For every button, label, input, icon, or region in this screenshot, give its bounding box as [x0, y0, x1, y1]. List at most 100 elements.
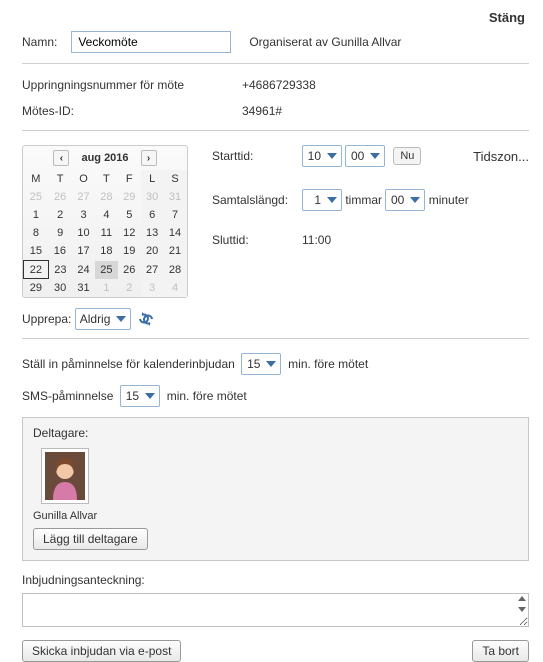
calendar-day-cell[interactable]: 13	[141, 224, 164, 242]
chevron-down-icon	[370, 153, 380, 159]
calendar-day-cell[interactable]: 24	[72, 261, 95, 279]
sms-reminder-label: SMS-påminnelse	[22, 389, 113, 403]
calendar-day-cell[interactable]: 6	[141, 206, 164, 224]
start-hour-select[interactable]: 10	[302, 145, 342, 167]
calendar-day-cell[interactable]: 15	[24, 242, 49, 261]
calendar-day-cell[interactable]: 27	[72, 188, 95, 206]
calendar-day-header: L	[141, 170, 164, 188]
calendar-day-cell[interactable]: 4	[164, 279, 187, 298]
calendar-day-cell[interactable]: 21	[164, 242, 187, 261]
start-minute-select[interactable]: 00	[345, 145, 385, 167]
calendar-day-header: S	[164, 170, 187, 188]
calendar-day-header: F	[118, 170, 141, 188]
duration-hours-select[interactable]: 1	[302, 189, 342, 211]
calendar-day-cell[interactable]: 31	[164, 188, 187, 206]
calendar-day-cell[interactable]: 29	[118, 188, 141, 206]
name-input[interactable]	[71, 31, 231, 53]
calendar-prev-button[interactable]: ‹	[53, 150, 69, 166]
calendar-day-cell[interactable]: 8	[24, 224, 49, 242]
calendar-day-cell[interactable]: 18	[95, 242, 118, 261]
calendar[interactable]: ‹ aug 2016 › MTOTFLS 2526272829303112345…	[22, 145, 188, 298]
duration-hours-unit: timmar	[345, 193, 382, 207]
calendar-day-cell[interactable]: 28	[164, 261, 187, 279]
sms-reminder-select[interactable]: 15	[120, 385, 160, 407]
calendar-day-cell[interactable]: 26	[48, 188, 72, 206]
calendar-reminder-select[interactable]: 15	[241, 353, 281, 375]
calendar-next-button[interactable]: ›	[141, 150, 157, 166]
delete-button[interactable]: Ta bort	[472, 640, 529, 662]
calendar-day-cell[interactable]: 29	[24, 279, 49, 298]
dialin-number: +4686729338	[242, 78, 316, 92]
calendar-day-header: T	[48, 170, 72, 188]
calendar-day-cell[interactable]: 26	[118, 261, 141, 279]
organizer-prefix: Organiserat av	[249, 35, 328, 49]
calendar-day-cell[interactable]: 16	[48, 242, 72, 261]
organizer-name: Gunilla Allvar	[331, 35, 401, 49]
start-time-label: Starttid:	[212, 149, 302, 163]
calendar-day-cell[interactable]: 25	[95, 261, 118, 279]
calendar-day-cell[interactable]: 30	[48, 279, 72, 298]
calendar-day-cell[interactable]: 4	[95, 206, 118, 224]
invitation-note-label: Inbjudningsanteckning:	[22, 573, 529, 587]
calendar-reminder-suffix: min. före mötet	[288, 357, 368, 371]
calendar-day-cell[interactable]: 9	[48, 224, 72, 242]
calendar-day-cell[interactable]: 5	[118, 206, 141, 224]
meeting-id-label: Mötes-ID:	[22, 104, 242, 118]
calendar-day-cell[interactable]: 19	[118, 242, 141, 261]
calendar-day-cell[interactable]: 14	[164, 224, 187, 242]
calendar-day-cell[interactable]: 3	[141, 279, 164, 298]
calendar-day-cell[interactable]: 27	[141, 261, 164, 279]
chevron-down-icon	[145, 393, 155, 399]
calendar-day-cell[interactable]: 7	[164, 206, 187, 224]
calendar-day-cell[interactable]: 3	[72, 206, 95, 224]
calendar-day-cell[interactable]: 10	[72, 224, 95, 242]
textarea-shrink-icon[interactable]	[518, 607, 526, 612]
chevron-down-icon	[116, 316, 126, 322]
timezone-link[interactable]: Tidszon...	[473, 149, 529, 164]
end-time-value: 11:00	[302, 233, 331, 247]
calendar-day-cell[interactable]: 12	[118, 224, 141, 242]
chevron-down-icon	[410, 197, 420, 203]
meeting-id-value: 34961#	[242, 104, 282, 118]
calendar-day-cell[interactable]: 1	[24, 206, 49, 224]
chevron-down-icon	[327, 197, 337, 203]
calendar-day-cell[interactable]: 2	[48, 206, 72, 224]
textarea-grow-icon[interactable]	[518, 596, 526, 601]
calendar-day-cell[interactable]: 23	[48, 261, 72, 279]
duration-label: Samtalslängd:	[212, 193, 302, 207]
repeat-select[interactable]: Aldrig	[75, 308, 132, 330]
calendar-day-cell[interactable]: 11	[95, 224, 118, 242]
name-label: Namn:	[22, 35, 57, 49]
send-invite-button[interactable]: Skicka inbjudan via e-post	[22, 640, 181, 662]
calendar-day-cell[interactable]: 17	[72, 242, 95, 261]
calendar-day-cell[interactable]: 25	[24, 188, 49, 206]
participants-heading: Deltagare:	[33, 426, 518, 440]
calendar-day-header: M	[24, 170, 49, 188]
calendar-day-cell[interactable]: 31	[72, 279, 95, 298]
dialin-label: Uppringningsnummer för möte	[22, 78, 242, 92]
participant-photo	[41, 448, 89, 504]
repeat-label: Upprepa:	[22, 312, 71, 326]
duration-minutes-unit: minuter	[429, 193, 469, 207]
sms-reminder-suffix: min. före mötet	[167, 389, 247, 403]
now-button[interactable]: Nu	[393, 147, 421, 165]
chevron-down-icon	[266, 361, 276, 367]
calendar-day-cell[interactable]: 22	[24, 261, 49, 279]
calendar-title: aug 2016	[81, 152, 128, 164]
calendar-day-cell[interactable]: 1	[95, 279, 118, 298]
calendar-day-header: O	[72, 170, 95, 188]
end-time-label: Sluttid:	[212, 233, 302, 247]
add-participant-button[interactable]: Lägg till deltagare	[33, 528, 148, 550]
chevron-down-icon	[327, 153, 337, 159]
calendar-reminder-label: Ställ in påminnelse för kalenderinbjudan	[22, 357, 235, 371]
calendar-day-cell[interactable]: 20	[141, 242, 164, 261]
participant[interactable]: Gunilla Allvar	[33, 448, 97, 522]
repeat-icon	[138, 311, 154, 327]
calendar-day-cell[interactable]: 2	[118, 279, 141, 298]
duration-minutes-select[interactable]: 00	[385, 189, 425, 211]
close-link[interactable]: Stäng	[489, 10, 525, 25]
calendar-day-cell[interactable]: 30	[141, 188, 164, 206]
invitation-note-input[interactable]	[22, 593, 529, 627]
calendar-day-cell[interactable]: 28	[95, 188, 118, 206]
participant-name: Gunilla Allvar	[33, 510, 97, 522]
